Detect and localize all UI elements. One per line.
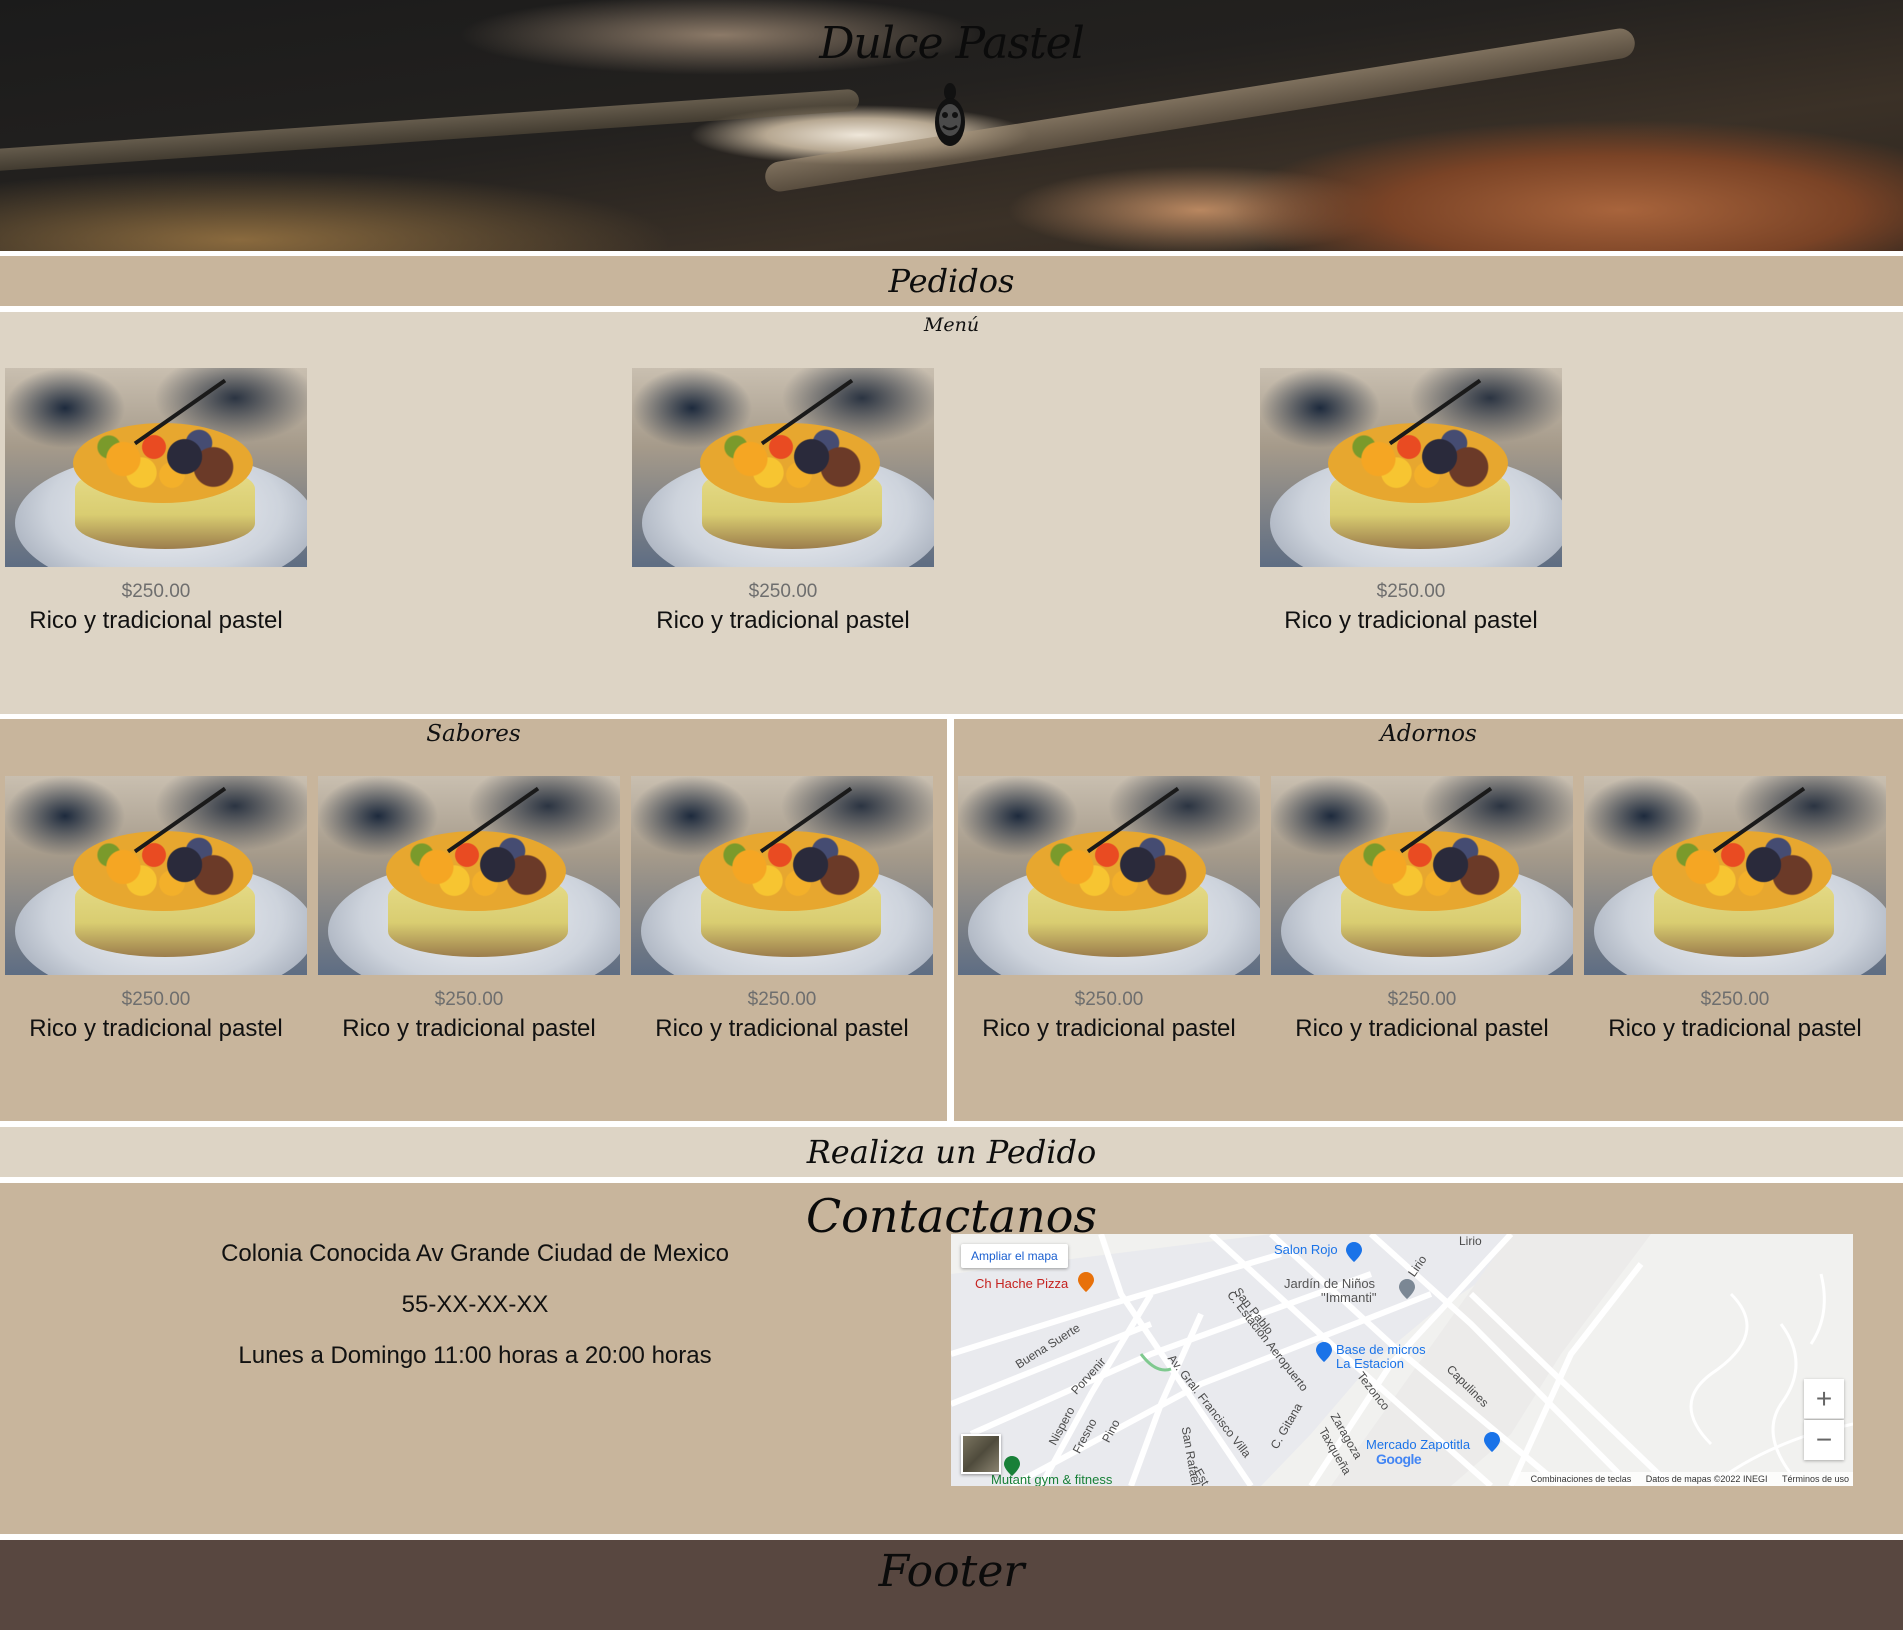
cake-face-icon bbox=[935, 83, 965, 146]
product-card[interactable]: $250.00 Rico y tradicional pastel bbox=[632, 368, 934, 635]
pedidos-label[interactable]: Pedidos bbox=[889, 262, 1015, 300]
bus-pin-icon bbox=[1316, 1342, 1332, 1362]
product-card[interactable]: $250.00 Rico y tradicional pastel bbox=[1584, 776, 1886, 1043]
enlarge-map-link[interactable]: Ampliar el mapa bbox=[961, 1244, 1068, 1268]
keyboard-shortcuts-link[interactable]: Combinaciones de teclas bbox=[1531, 1474, 1632, 1484]
product-price: $250.00 bbox=[121, 989, 191, 1010]
map-pin-icon bbox=[1346, 1242, 1362, 1262]
satellite-toggle[interactable] bbox=[961, 1434, 1001, 1474]
school-pin-icon bbox=[1399, 1279, 1415, 1299]
realiza-pedido-label[interactable]: Realiza un Pedido bbox=[807, 1133, 1097, 1171]
cake-photo bbox=[1584, 776, 1886, 975]
product-description: Rico y tradicional pastel bbox=[29, 1015, 283, 1042]
map-attribution: Combinaciones de teclas Datos de mapas ©… bbox=[1514, 1472, 1853, 1486]
poi-ch-hache-pizza[interactable]: Ch Hache Pizza bbox=[975, 1276, 1068, 1291]
gym-pin-icon bbox=[1004, 1456, 1020, 1476]
product-card[interactable]: $250.00 Rico y tradicional pastel bbox=[5, 368, 307, 635]
product-price: $250.00 bbox=[434, 989, 504, 1010]
product-card[interactable]: $250.00 Rico y tradicional pastel bbox=[1260, 368, 1562, 635]
footer: Footer bbox=[0, 1540, 1903, 1630]
google-logo: Google bbox=[1376, 1451, 1422, 1467]
product-price: $250.00 bbox=[748, 581, 818, 602]
product-price: $250.00 bbox=[1700, 989, 1770, 1010]
menu-section: Menú $250.00 Rico y tradicional pastel $… bbox=[0, 312, 1903, 714]
cake-photo bbox=[318, 776, 620, 975]
product-card[interactable]: $250.00 Rico y tradicional pastel bbox=[318, 776, 620, 1043]
product-price: $250.00 bbox=[121, 581, 191, 602]
product-card[interactable]: $250.00 Rico y tradicional pastel bbox=[1271, 776, 1573, 1043]
contact-address: Colonia Conocida Av Grande Ciudad de Mex… bbox=[221, 1240, 729, 1267]
cake-photo bbox=[631, 776, 933, 975]
product-description: Rico y tradicional pastel bbox=[655, 1015, 909, 1042]
adornos-section: Adornos $250.00 Rico y tradicional paste… bbox=[954, 719, 1903, 1121]
menu-title: Menú bbox=[923, 314, 980, 336]
shopping-pin-icon bbox=[1484, 1432, 1500, 1452]
product-card[interactable]: $250.00 Rico y tradicional pastel bbox=[958, 776, 1260, 1043]
cake-photo bbox=[632, 368, 934, 567]
zoom-out-button[interactable]: − bbox=[1804, 1420, 1844, 1460]
street-label: Lirio bbox=[1459, 1234, 1482, 1248]
poi-base-micros-line1[interactable]: Base de micros bbox=[1336, 1342, 1426, 1357]
contact-hours: Lunes a Domingo 11:00 horas a 20:00 hora… bbox=[238, 1342, 712, 1369]
zoom-in-button[interactable]: + bbox=[1804, 1379, 1844, 1419]
cake-photo bbox=[958, 776, 1260, 975]
terms-link[interactable]: Términos de uso bbox=[1782, 1474, 1849, 1484]
contact-phone: 55-XX-XX-XX bbox=[401, 1291, 549, 1318]
product-description: Rico y tradicional pastel bbox=[982, 1015, 1236, 1042]
footer-title: Footer bbox=[878, 1546, 1025, 1597]
adornos-title: Adornos bbox=[1380, 721, 1477, 747]
cake-photo bbox=[1260, 368, 1562, 567]
product-description: Rico y tradicional pastel bbox=[29, 607, 283, 634]
product-price: $250.00 bbox=[1074, 989, 1144, 1010]
poi-jardin-line1[interactable]: Jardín de Niños bbox=[1284, 1276, 1375, 1291]
product-card[interactable]: $250.00 Rico y tradicional pastel bbox=[631, 776, 933, 1043]
contact-section: Contactanos Colonia Conocida Av Grande C… bbox=[0, 1183, 1903, 1534]
poi-jardin-line2[interactable]: "Immanti" bbox=[1321, 1290, 1376, 1305]
product-description: Rico y tradicional pastel bbox=[342, 1015, 596, 1042]
sabores-title: Sabores bbox=[426, 721, 521, 747]
realiza-pedido-bar[interactable]: Realiza un Pedido bbox=[0, 1127, 1903, 1177]
product-card[interactable]: $250.00 Rico y tradicional pastel bbox=[5, 776, 307, 1043]
poi-salon-rojo[interactable]: Salon Rojo bbox=[1274, 1242, 1338, 1257]
rolling-pin-decoration bbox=[0, 88, 860, 174]
cake-photo bbox=[5, 776, 307, 975]
poi-base-micros-line2[interactable]: La Estacion bbox=[1336, 1356, 1404, 1371]
product-price: $250.00 bbox=[1387, 989, 1457, 1010]
cake-photo bbox=[5, 368, 307, 567]
product-price: $250.00 bbox=[747, 989, 817, 1010]
poi-mercado-zapotitla[interactable]: Mercado Zapotitla bbox=[1366, 1437, 1470, 1452]
product-price: $250.00 bbox=[1376, 581, 1446, 602]
pedidos-bar[interactable]: Pedidos bbox=[0, 256, 1903, 306]
product-description: Rico y tradicional pastel bbox=[1608, 1015, 1862, 1042]
product-description: Rico y tradicional pastel bbox=[656, 607, 910, 634]
brand-title[interactable]: Dulce Pastel bbox=[0, 18, 1903, 69]
embedded-map[interactable]: Ampliar el mapa Salon Rojo Ch Hache Pizz… bbox=[951, 1234, 1853, 1486]
product-description: Rico y tradicional pastel bbox=[1284, 607, 1538, 634]
restaurant-pin-icon bbox=[1078, 1272, 1094, 1292]
product-description: Rico y tradicional pastel bbox=[1295, 1015, 1549, 1042]
cake-photo bbox=[1271, 776, 1573, 975]
hero-header: Dulce Pastel bbox=[0, 0, 1903, 251]
map-data-text: Datos de mapas ©2022 INEGI bbox=[1645, 1474, 1768, 1484]
sabores-section: Sabores $250.00 Rico y tradicional paste… bbox=[0, 719, 947, 1121]
